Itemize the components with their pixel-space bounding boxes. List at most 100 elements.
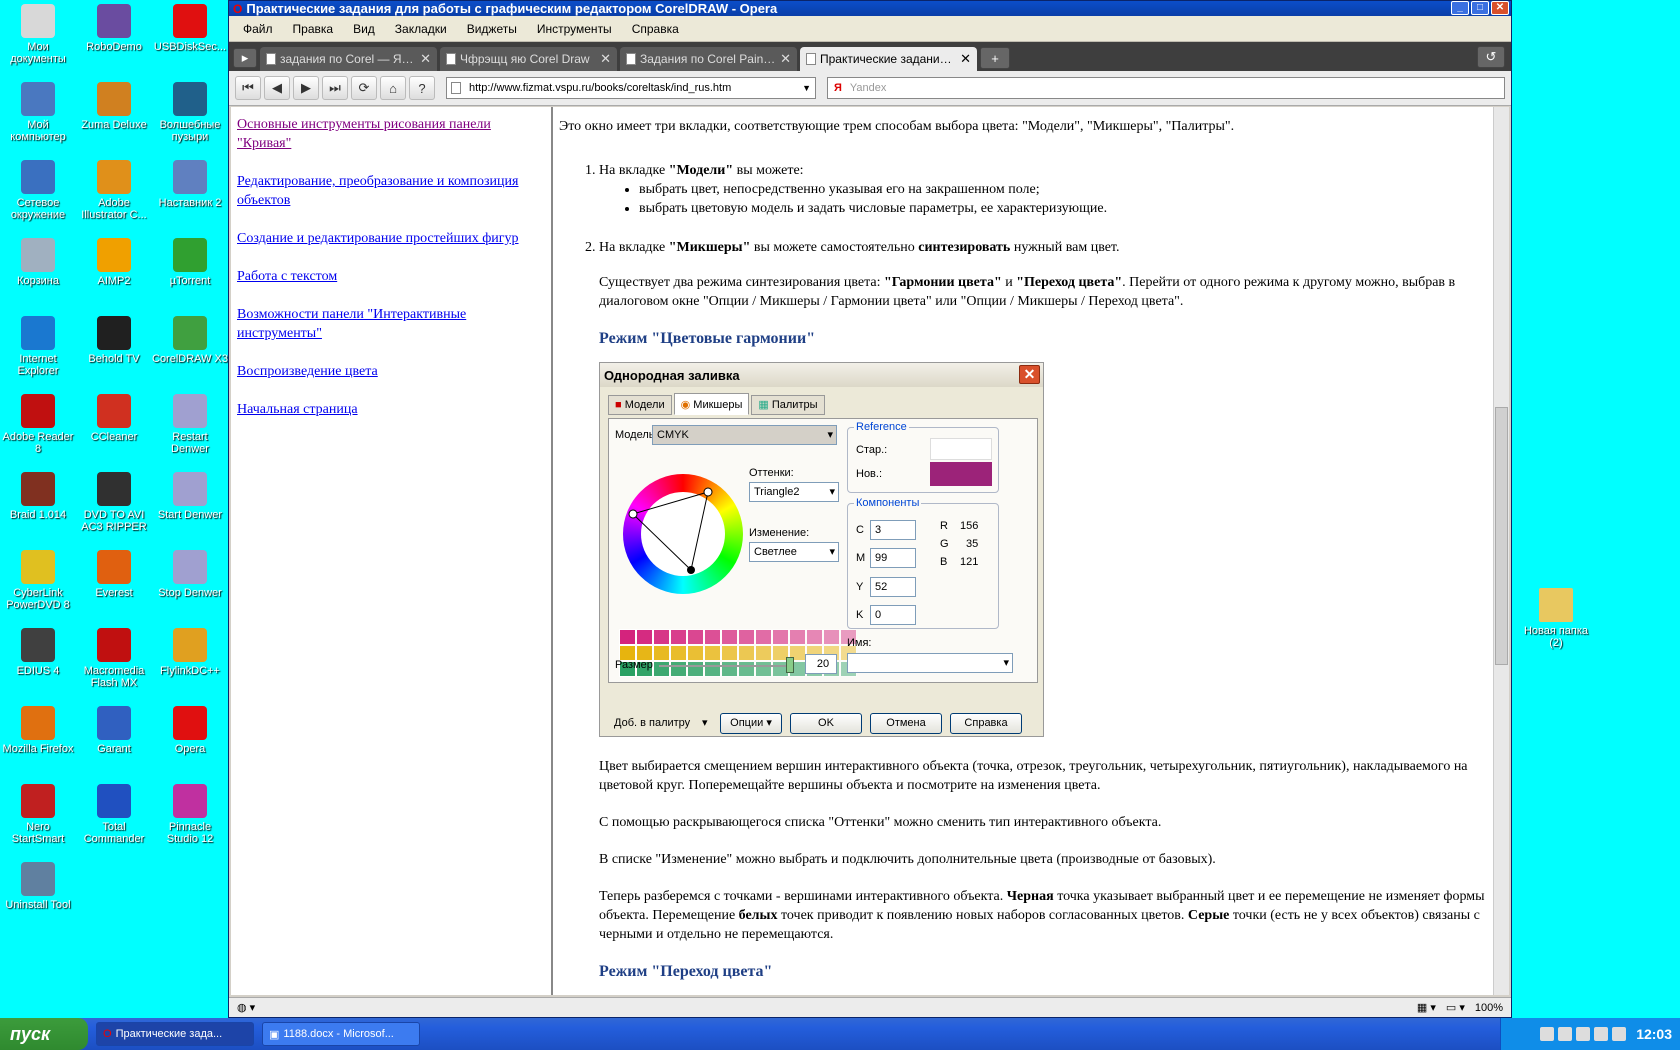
tray-icon[interactable] [1612, 1027, 1627, 1041]
desktop-icon[interactable]: Opera [152, 706, 228, 755]
desktop-icon[interactable]: Adobe Illustrator C... [76, 160, 152, 221]
browser-tab[interactable]: задания по Corel — Ян... ✕ [260, 47, 437, 71]
desktop-icon[interactable]: USBDiskSec... [152, 4, 228, 53]
menu-item[interactable]: Правка [283, 22, 344, 36]
new-tab-button[interactable]: + [980, 47, 1010, 69]
clock[interactable]: 12:03 [1636, 1026, 1672, 1042]
desktop-icon[interactable]: Everest [76, 550, 152, 599]
close-button[interactable]: ✕ [1491, 1, 1509, 15]
desktop-icon[interactable]: RoboDemo [76, 4, 152, 53]
address-field[interactable]: http://www.fizmat.vspu.ru/books/coreltas… [446, 77, 816, 99]
nav-link[interactable]: Воспроизведение цвета [237, 362, 545, 381]
address-text: http://www.fizmat.vspu.ru/books/coreltas… [469, 82, 732, 94]
view-icon[interactable]: ▭ ▾ [1446, 1001, 1465, 1014]
start-button[interactable]: пуск [0, 1018, 88, 1050]
list-item: На вкладке "Микшеры" вы можете самостоят… [599, 238, 1487, 257]
totalcmd-icon [97, 784, 131, 818]
desktop-icon[interactable]: Сетевое окружение [0, 160, 76, 221]
desktop-icon[interactable]: Macromedia Flash MX [76, 628, 152, 689]
nav-link[interactable]: Возможности панели "Интерактивные инстру… [237, 305, 545, 343]
search-field[interactable]: Я Yandex [827, 77, 1505, 99]
menu-item[interactable]: Закладки [385, 22, 457, 36]
illustrator-icon [97, 160, 131, 194]
desktop-icon[interactable]: CCleaner [76, 394, 152, 443]
desktop-icon-new-folder[interactable]: Новая папка (2) [1518, 588, 1594, 649]
status-icon[interactable]: ◍ ▾ [237, 1001, 255, 1014]
desktop-icon[interactable]: Uninstall Tool [0, 862, 76, 911]
maximize-button[interactable]: □ [1471, 1, 1489, 15]
desktop-icon[interactable]: Pinnacle Studio 12 [152, 784, 228, 845]
desktop-icon[interactable]: Internet Explorer [0, 316, 76, 377]
desktop-icon[interactable]: Наставник 2 [152, 160, 228, 209]
desktop-icon[interactable]: Braid 1.014 [0, 472, 76, 521]
desktop-icon[interactable]: EDIUS 4 [0, 628, 76, 677]
desktop-icon[interactable]: Мои документы [0, 4, 76, 65]
desktop-icon[interactable]: Stop Denwer [152, 550, 228, 599]
tray-icon[interactable] [1558, 1027, 1573, 1041]
desktop-icon[interactable]: Total Commander [76, 784, 152, 845]
rewind-button[interactable]: ⏮ [235, 76, 261, 100]
desktop-icon[interactable]: Волшебные пузыри [152, 82, 228, 143]
browser-tab[interactable]: Задания по Corel Painte... ✕ [620, 47, 797, 71]
close-tab-icon[interactable]: ✕ [780, 51, 791, 67]
desktop-icon[interactable]: Adobe Reader 8 [0, 394, 76, 455]
desktop-icon[interactable]: Start Denwer [152, 472, 228, 521]
desktop-icon[interactable]: Mozilla Firefox [0, 706, 76, 755]
scrollbar-thumb[interactable] [1495, 407, 1508, 665]
tray-icon[interactable] [1576, 1027, 1591, 1041]
tray-icon[interactable] [1540, 1027, 1555, 1041]
change-select: Светлее ▾ [749, 542, 839, 562]
desktop-icon[interactable]: AIMP2 [76, 238, 152, 287]
taskbar-item-word[interactable]: ▣ 1188.docx - Microsof... [262, 1022, 420, 1046]
powerdvd-icon [21, 550, 55, 584]
desktop-icon[interactable]: CyberLink PowerDVD 8 [0, 550, 76, 611]
close-tab-icon[interactable]: ✕ [960, 51, 971, 67]
menu-item[interactable]: Виджеты [457, 22, 527, 36]
desktop-icon[interactable]: Мой компьютер [0, 82, 76, 143]
desktop-icon[interactable]: Корзина [0, 238, 76, 287]
color-swatch [738, 645, 755, 661]
security-info-button[interactable]: ? [409, 76, 435, 100]
minimize-button[interactable]: _ [1451, 1, 1469, 15]
close-tab-icon[interactable]: ✕ [420, 51, 431, 67]
close-tab-icon[interactable]: ✕ [600, 51, 611, 67]
nav-link[interactable]: Основные инструменты рисования панели "К… [237, 115, 545, 153]
desktop-icon[interactable]: Restart Denwer [152, 394, 228, 455]
back-button[interactable]: ◀ [264, 76, 290, 100]
color-wheel [623, 474, 743, 594]
desktop-icon[interactable]: CorelDRAW X3 [152, 316, 228, 365]
home-button[interactable]: ⌂ [380, 76, 406, 100]
nav-link[interactable]: Начальная страница [237, 400, 545, 419]
desktop-icon[interactable]: Nero StartSmart [0, 784, 76, 845]
window-titlebar[interactable]: O Практические задания для работы с граф… [229, 1, 1511, 16]
closed-tabs-icon[interactable]: ↺ [1477, 46, 1505, 68]
desktop-icon[interactable]: Zuma Deluxe [76, 82, 152, 131]
nav-link[interactable]: Работа с текстом [237, 267, 545, 286]
browser-tab[interactable]: Практические задания... ✕ [800, 47, 977, 71]
menu-item[interactable]: Вид [343, 22, 385, 36]
browser-tab[interactable]: Чфрэщц яю Corel Draw ✕ [440, 47, 617, 71]
desktop-icon[interactable]: Garant [76, 706, 152, 755]
nav-link[interactable]: Редактирование, преобразование и компози… [237, 172, 545, 210]
zoom-level[interactable]: 100% [1475, 1002, 1503, 1014]
image-toggle-icon[interactable]: ▦ ▾ [1417, 1001, 1436, 1014]
menu-item[interactable]: Справка [622, 22, 689, 36]
menu-item[interactable]: Инструменты [527, 22, 622, 36]
panel-toggle-button[interactable]: ▸ [233, 48, 257, 68]
tray-icon[interactable] [1594, 1027, 1609, 1041]
address-dropdown-icon[interactable]: ▼ [802, 83, 811, 93]
yandex-icon: Я [834, 82, 842, 94]
desktop-icon[interactable]: DVD TO AVI AC3 RIPPER [76, 472, 152, 533]
forward-button[interactable]: ▶ [293, 76, 319, 100]
desktop-icon[interactable]: Behold TV [76, 316, 152, 365]
dialog-close-icon: ✕ [1019, 365, 1040, 384]
menu-item[interactable]: Файл [233, 22, 283, 36]
desktop-icon[interactable]: µTorrent [152, 238, 228, 287]
reload-button[interactable]: ⟳ [351, 76, 377, 100]
desktop-icon[interactable]: FlylinkDC++ [152, 628, 228, 677]
fast-forward-button[interactable]: ⏭ [322, 76, 348, 100]
page-scrollbar[interactable] [1493, 107, 1509, 995]
page-icon [446, 53, 456, 65]
taskbar-item-opera[interactable]: O Практические зада... [96, 1022, 254, 1046]
nav-link[interactable]: Создание и редактирование простейших фиг… [237, 229, 545, 248]
